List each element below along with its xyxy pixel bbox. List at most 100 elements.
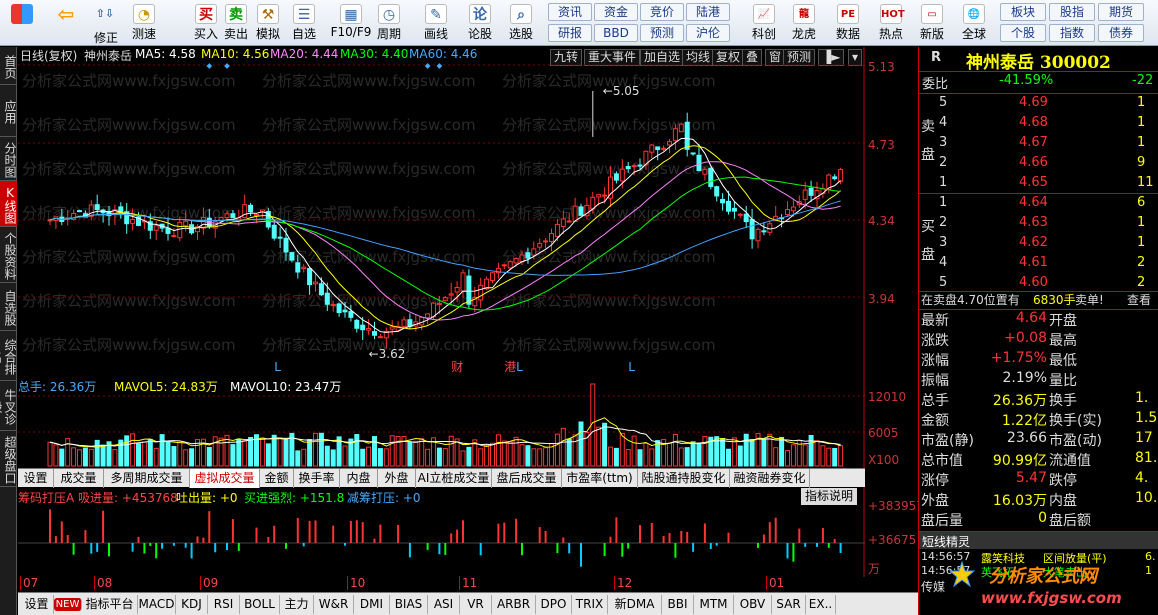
toolbar-btn-6[interactable]: ▦ F10/F9 — [330, 2, 372, 44]
sidebar-tab-3[interactable]: K线图 — [0, 181, 17, 227]
market-link-1-2[interactable]: 债券 — [1098, 24, 1144, 42]
indicator-tab-10[interactable]: BIAS — [390, 595, 428, 614]
toolbar-btn-7[interactable]: ◷ 周期 — [371, 2, 407, 44]
sidebar-tab-5[interactable]: 自选股 — [0, 283, 17, 331]
indicator-tab-16[interactable]: 新DMA — [608, 595, 662, 614]
toolbar-btn-8[interactable]: ✎ 画线 — [418, 2, 454, 44]
sell-level[interactable]: 1 4.65 11 — [919, 175, 1158, 195]
volume-tab-8[interactable]: AI立桩成交量 — [416, 469, 492, 488]
sidebar-tab-4[interactable]: 个股资料 — [0, 227, 17, 283]
market-link-1-1[interactable]: 指数 — [1049, 24, 1095, 42]
indicator-tab-12[interactable]: VR — [460, 595, 492, 614]
indicator-tab-4[interactable]: KDJ — [176, 595, 208, 614]
market-link-0-0[interactable]: 板块 — [1000, 3, 1046, 21]
toolbar-btn-5[interactable]: ☰ 自选 — [286, 2, 322, 44]
toolbar-btn-10[interactable]: ⌕ 选股 — [503, 2, 539, 44]
candle-body — [785, 209, 790, 216]
buy-level[interactable]: 3 4.62 1 — [919, 235, 1158, 255]
indicator-tab-17[interactable]: BBI — [662, 595, 694, 614]
indicator-tab-7[interactable]: 主力 — [280, 595, 314, 614]
volume-bar — [94, 439, 100, 467]
indicator-tab-19[interactable]: OBV — [734, 595, 772, 614]
indicator-tab-21[interactable]: EX.. — [806, 595, 836, 614]
volume-canvas[interactable] — [18, 376, 865, 468]
toolbar-right-btn-3[interactable]: HOT 热点 — [872, 2, 910, 44]
volume-tab-7[interactable]: 外盘 — [378, 469, 416, 488]
sell-level[interactable]: 2 4.66 9 — [919, 155, 1158, 175]
volume-tab-5[interactable]: 换手率 — [294, 469, 340, 488]
volume-tab-3[interactable]: 虚拟成交量 — [190, 469, 260, 488]
indicator-tab-9[interactable]: DMI — [354, 595, 390, 614]
market-link-0-2[interactable]: 期货 — [1098, 3, 1144, 21]
quick-link-0-3[interactable]: 陆港 — [686, 3, 730, 21]
toolbar-btn-4[interactable]: ⚒ 模拟 — [250, 2, 286, 44]
sidebar-tab-2[interactable]: 分时图 — [0, 137, 17, 181]
indicator-tab-11[interactable]: ASI — [428, 595, 460, 614]
sidebar-tab-1[interactable]: 应用 — [0, 85, 17, 137]
sell-level[interactable]: 3 4.67 1 — [919, 135, 1158, 155]
volume-tab-1[interactable]: 成交量 — [54, 469, 104, 488]
toolbar-right-btn-0[interactable]: 📈 科创 — [745, 2, 783, 44]
toolbar-right-btn-5[interactable]: 🌐 全球 — [955, 2, 993, 44]
quick-link-1-1[interactable]: BBD — [594, 24, 638, 42]
toolbar-right-btn-4[interactable]: ▭ 新版 — [913, 2, 951, 44]
indicator-panel[interactable]: 筹码打压A 吸进量: +453768 吐出量: +0 买进强烈: +151.8 … — [18, 487, 865, 577]
quick-link-0-0[interactable]: 资讯 — [548, 3, 592, 21]
sidebar-tab-7[interactable]: 牛叉诊股 — [0, 381, 17, 431]
kline-canvas[interactable]: ←5.05 ←3.62 L L L 财 港 — [18, 47, 865, 377]
status-view-link[interactable]: 查看 — [1127, 291, 1151, 308]
stat-row: 总手 26.36万 换手 1. — [919, 390, 1158, 410]
back-button[interactable]: ⇦ — [46, 2, 86, 44]
indicator-tab-13[interactable]: ARBR — [492, 595, 536, 614]
sidebar-tab-8[interactable]: 超级盘口 — [0, 431, 17, 487]
candle-body — [301, 266, 307, 270]
indicator-tab-0[interactable]: 设置 — [20, 595, 54, 614]
volume-panel[interactable]: 总手: 26.36万 MAVOL5: 24.83万 MAVOL10: 23.47… — [18, 376, 865, 468]
quick-link-1-2[interactable]: 预测 — [640, 24, 684, 42]
candle-body — [200, 217, 206, 229]
indicator-tab-6[interactable]: BOLL — [240, 595, 280, 614]
market-link-1-0[interactable]: 个股 — [1000, 24, 1046, 42]
indicator-tab-3[interactable]: MACD — [138, 595, 176, 614]
market-link-0-1[interactable]: 股指 — [1049, 3, 1095, 21]
start-menu-icon[interactable] — [3, 2, 41, 44]
volume-bar — [159, 434, 165, 467]
buy-level[interactable]: 4 4.61 2 — [919, 255, 1158, 275]
kline-chart[interactable]: 日线(复权) 神州泰岳 MA5: 4.58 MA10: 4.56 MA20: 4… — [18, 47, 865, 377]
volume-tab-0[interactable]: 设置 — [18, 469, 54, 488]
quick-link-1-0[interactable]: 研报 — [548, 24, 592, 42]
toolbar-right-btn-1[interactable]: 龍龙虎 — [785, 2, 823, 44]
volume-bar — [65, 438, 71, 467]
volume-tab-11[interactable]: 陆股通持股变化 — [638, 469, 730, 488]
toolbar-btn-9[interactable]: 论论股 — [462, 2, 498, 44]
volume-tab-2[interactable]: 多周期成交量 — [104, 469, 190, 488]
toolbar-btn-3[interactable]: 卖卖出 — [218, 2, 254, 44]
indicator-tab-14[interactable]: DPO — [536, 595, 572, 614]
quick-link-0-2[interactable]: 竞价 — [640, 3, 684, 21]
indicator-canvas[interactable] — [18, 487, 865, 577]
sidebar-tab-0[interactable]: 首页 — [0, 47, 17, 85]
buy-level[interactable]: 1 4.64 6 — [919, 195, 1158, 215]
volume-tab-6[interactable]: 内盘 — [340, 469, 378, 488]
indicator-tab-20[interactable]: SAR — [772, 595, 806, 614]
volume-tab-10[interactable]: 市盈率(ttm) — [562, 469, 638, 488]
quick-link-0-1[interactable]: 资金 — [594, 3, 638, 21]
toolbar-right-btn-2[interactable]: PE 数据 — [829, 2, 867, 44]
indicator-tab-5[interactable]: RSI — [208, 595, 240, 614]
volume-bar — [112, 449, 118, 467]
indicator-tab-1[interactable]: NEW — [54, 598, 82, 611]
sell-level[interactable]: 5 4.69 1 — [919, 95, 1158, 115]
volume-tab-12[interactable]: 融资融券变化 — [730, 469, 810, 488]
toolbar-btn-1[interactable]: ◔ 测速 — [126, 2, 162, 44]
buy-level[interactable]: 2 4.63 1 — [919, 215, 1158, 235]
quick-link-1-3[interactable]: 沪伦 — [686, 24, 730, 42]
volume-bar — [248, 436, 254, 467]
indicator-tab-8[interactable]: W&R — [314, 595, 354, 614]
volume-tab-4[interactable]: 金额 — [260, 469, 294, 488]
sidebar-tab-6[interactable]: 综合排名 — [0, 331, 17, 381]
indicator-tab-15[interactable]: TRIX — [572, 595, 608, 614]
indicator-tab-2[interactable]: 指标平台 — [82, 595, 138, 614]
indicator-tab-18[interactable]: MTM — [694, 595, 734, 614]
volume-tab-9[interactable]: 盘后成交量 — [492, 469, 562, 488]
sell-level[interactable]: 4 4.68 1 — [919, 115, 1158, 135]
